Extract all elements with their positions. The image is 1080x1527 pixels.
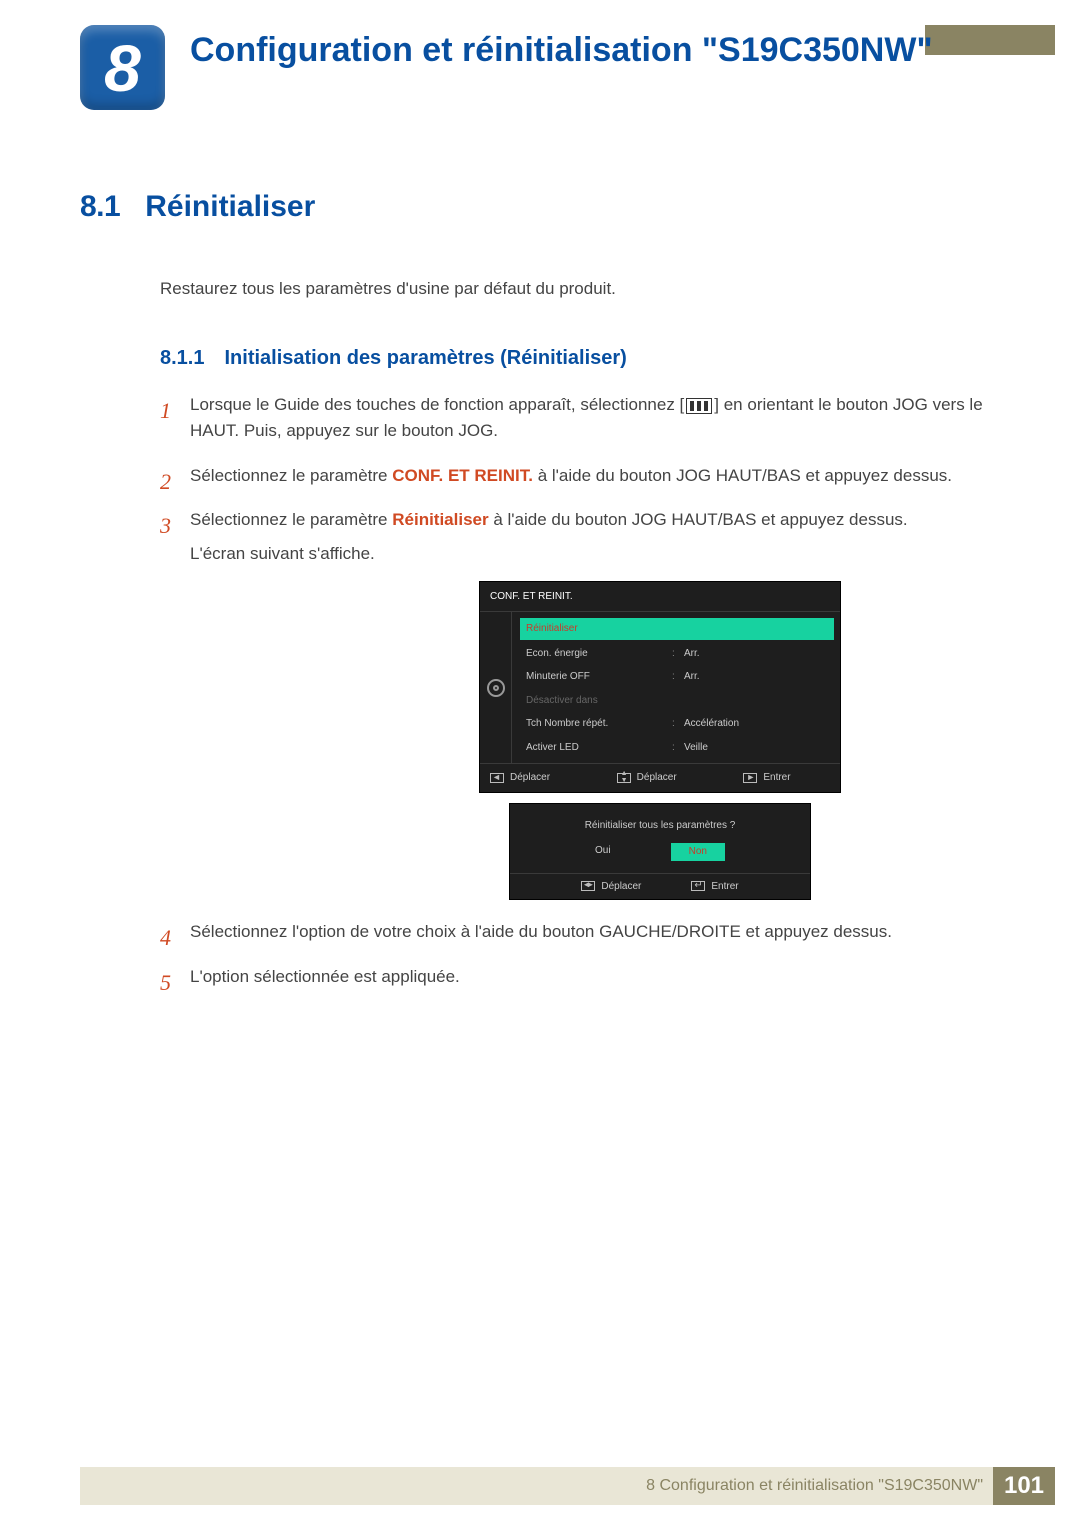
confirm-hint-enter: Entrer (691, 879, 738, 895)
subsection-title: Initialisation des paramètres (Réinitial… (224, 347, 626, 369)
osd-hint-label: Entrer (763, 770, 790, 786)
confirm-yes: Oui (595, 843, 611, 861)
step-text: Sélectionnez l'option de votre choix à l… (190, 922, 892, 941)
osd-row-value: Arr. (684, 646, 830, 662)
menu-icon (686, 398, 712, 414)
step-5: 5 L'option sélectionnée est appliquée. (160, 964, 1000, 990)
step-text: à l'aide du bouton JOG HAUT/BAS et appuy… (533, 466, 952, 485)
steps-list: 1 Lorsque le Guide des touches de foncti… (160, 392, 1000, 990)
step-number: 3 (160, 509, 171, 543)
header-accent-bar (925, 25, 1055, 55)
page-footer: 8 Configuration et réinitialisation "S19… (80, 1467, 1055, 1505)
step-number: 1 (160, 394, 171, 428)
section-title: Réinitialiser (145, 190, 315, 223)
footer-page-number: 101 (993, 1467, 1055, 1505)
step-number: 5 (160, 966, 171, 1000)
arrow-right-icon (743, 773, 757, 783)
osd-sep: : (672, 646, 684, 662)
step-highlight: CONF. ET REINIT. (392, 466, 533, 485)
osd-row-reinitialiser: Réinitialiser (520, 618, 834, 640)
section-number: 8.1 (80, 190, 120, 223)
osd-row: Tch Nombre répét.:Accélération (512, 712, 840, 736)
osd-row-disabled: Désactiver dans (512, 689, 840, 713)
osd-row-label: Désactiver dans (526, 693, 830, 709)
osd-row-label: Réinitialiser (526, 621, 828, 637)
osd-row-value: Veille (684, 740, 830, 756)
confirm-hint-label: Déplacer (601, 879, 641, 895)
step-text: L'option sélectionnée est appliquée. (190, 967, 460, 986)
arrow-left-icon (490, 773, 504, 783)
chapter-title: Configuration et réinitialisation "S19C3… (190, 25, 933, 72)
osd-sep: : (672, 740, 684, 756)
step-text: à l'aide du bouton JOG HAUT/BAS et appuy… (489, 510, 908, 529)
confirm-no: Non (671, 843, 725, 861)
osd-sep: : (672, 716, 684, 732)
osd-footer: Déplacer Déplacer Entrer (480, 763, 840, 792)
osd-hint-move-left: Déplacer (490, 770, 577, 786)
osd-row: Econ. énergie:Arr. (512, 642, 840, 666)
section-heading: 8.1 Réinitialiser (80, 190, 1000, 224)
step-2: 2 Sélectionnez le paramètre CONF. ET REI… (160, 463, 1000, 489)
osd-row-value: Accélération (684, 716, 830, 732)
step-number: 2 (160, 465, 171, 499)
osd-row-label: Econ. énergie (526, 646, 672, 662)
osd-row-label: Tch Nombre répét. (526, 716, 672, 732)
chapter-number-badge: 8 (80, 25, 165, 110)
osd-row: Activer LED:Veille (512, 736, 840, 760)
step-highlight: Réinitialiser (392, 510, 488, 529)
step-3: 3 Sélectionnez le paramètre Réinitialise… (160, 507, 1000, 899)
subsection-number: 8.1.1 (160, 347, 204, 369)
confirm-footer: Déplacer Entrer (510, 873, 810, 900)
osd-row-value: Arr. (684, 669, 830, 685)
confirm-hint-label: Entrer (711, 879, 738, 895)
footer-chapter-text: 8 Configuration et réinitialisation "S19… (646, 1477, 983, 1495)
arrow-leftright-icon (581, 881, 595, 891)
step-text: L'écran suivant s'affiche. (190, 544, 375, 563)
step-number: 4 (160, 921, 171, 955)
confirm-question: Réinitialiser tous les paramètres ? (510, 804, 810, 844)
osd-sep: : (672, 669, 684, 685)
enter-icon (691, 881, 705, 891)
osd-confirm-dialog: Réinitialiser tous les paramètres ? Oui … (510, 804, 810, 900)
confirm-options: Oui Non (510, 843, 810, 873)
osd-row-label: Minuterie OFF (526, 669, 672, 685)
osd-screenshot-group: CONF. ET REINIT. Réinitialiser Econ. éne… (480, 582, 1000, 900)
osd-hint-label: Déplacer (637, 770, 677, 786)
section-8-1: 8.1 Réinitialiser Restaurez tous les para… (80, 190, 1000, 1008)
osd-hint-label: Déplacer (510, 770, 550, 786)
step-text: Sélectionnez le paramètre (190, 466, 392, 485)
chapter-header: 8 Configuration et réinitialisation "S19… (80, 25, 933, 110)
osd-row-label: Activer LED (526, 740, 672, 756)
osd-body: Réinitialiser Econ. énergie:Arr. Minuter… (480, 612, 840, 763)
arrow-updown-icon (617, 773, 631, 783)
section-intro: Restaurez tous les paramètres d'usine pa… (160, 279, 1000, 299)
osd-category-icon-area (480, 612, 512, 763)
subsection-heading: 8.1.1 Initialisation des paramètres (Réin… (160, 347, 1000, 370)
osd-menu: CONF. ET REINIT. Réinitialiser Econ. éne… (480, 582, 840, 792)
step-1: 1 Lorsque le Guide des touches de foncti… (160, 392, 1000, 445)
osd-row: Minuterie OFF:Arr. (512, 665, 840, 689)
step-text: Sélectionnez le paramètre (190, 510, 392, 529)
step-text: Lorsque le Guide des touches de fonction… (190, 395, 684, 414)
osd-list: Réinitialiser Econ. énergie:Arr. Minuter… (512, 612, 840, 763)
step-4: 4 Sélectionnez l'option de votre choix à… (160, 919, 1000, 945)
confirm-hint-move: Déplacer (581, 879, 641, 895)
osd-hint-move-updown: Déplacer (617, 770, 704, 786)
chapter-number: 8 (104, 35, 141, 101)
osd-title: CONF. ET REINIT. (480, 582, 840, 613)
gear-icon (487, 679, 505, 697)
osd-hint-enter: Entrer (743, 770, 830, 786)
